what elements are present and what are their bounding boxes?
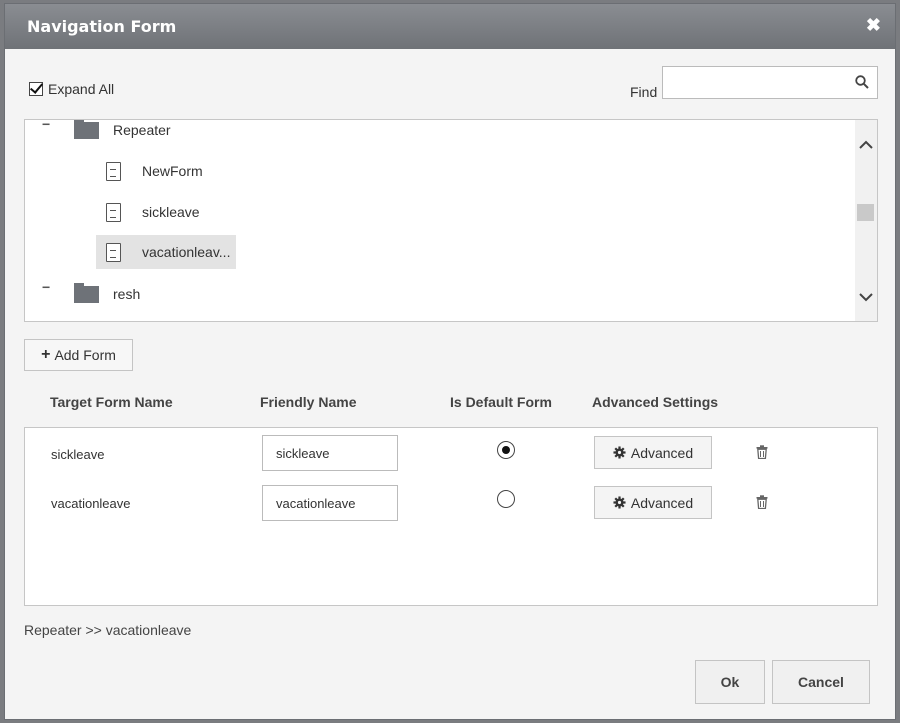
scroll-up-icon[interactable] xyxy=(859,138,873,152)
advanced-button[interactable]: Advanced xyxy=(594,486,712,519)
forms-table: sickleave Advanced vacati xyxy=(24,427,878,606)
close-icon[interactable]: ✖ xyxy=(866,15,881,35)
find-input[interactable] xyxy=(663,67,843,98)
search-icon[interactable] xyxy=(855,75,869,89)
form-document-icon xyxy=(106,161,121,181)
expand-all-label: Expand All xyxy=(48,81,115,97)
tree-item-label: NewForm xyxy=(142,163,203,179)
folder-icon xyxy=(74,282,99,303)
gear-icon xyxy=(613,496,626,509)
find-label: Find xyxy=(630,84,658,100)
cancel-button[interactable]: Cancel xyxy=(772,660,870,704)
gear-icon xyxy=(613,446,626,459)
advanced-button[interactable]: Advanced xyxy=(594,436,712,469)
dialog-title: Navigation Form xyxy=(27,17,177,36)
navigation-form-dialog: Navigation Form ✖ Expand All Find − Repe… xyxy=(4,3,896,720)
friendly-name-input[interactable] xyxy=(262,435,398,471)
column-header-advanced-settings: Advanced Settings xyxy=(592,394,719,410)
tree-scrollbar[interactable] xyxy=(855,120,877,321)
trash-icon[interactable] xyxy=(756,495,768,509)
add-form-label: Add Form xyxy=(54,347,116,363)
checkbox-checked-icon[interactable] xyxy=(29,82,43,96)
tree-item-label: sickleave xyxy=(142,204,200,220)
folder-icon xyxy=(74,120,99,139)
breadcrumb: Repeater >> vacationleave xyxy=(24,622,192,638)
form-document-icon xyxy=(106,242,121,262)
collapse-toggle-icon[interactable]: − xyxy=(42,279,50,295)
tree-item-label: resh xyxy=(113,286,141,302)
expand-all-checkbox[interactable]: Expand All xyxy=(29,81,114,97)
dialog-titlebar: Navigation Form ✖ xyxy=(5,4,895,49)
target-form-name: vacationleave xyxy=(51,496,131,511)
default-form-radio[interactable] xyxy=(497,441,515,459)
default-form-radio[interactable] xyxy=(497,490,515,508)
tree-item-sickleave[interactable]: sickleave xyxy=(106,195,200,229)
tree-item-newform[interactable]: NewForm xyxy=(106,154,203,188)
form-document-icon xyxy=(106,202,121,222)
column-header-friendly-name: Friendly Name xyxy=(260,394,357,410)
find-field xyxy=(662,66,878,99)
friendly-name-input[interactable] xyxy=(262,485,398,521)
scroll-thumb[interactable] xyxy=(857,204,874,221)
target-form-name: sickleave xyxy=(51,447,105,462)
trash-icon[interactable] xyxy=(756,445,768,459)
advanced-label: Advanced xyxy=(630,444,694,461)
advanced-label: Advanced xyxy=(630,494,694,511)
tree-item-resh[interactable]: resh xyxy=(74,277,140,311)
collapse-toggle-icon[interactable]: − xyxy=(42,120,50,132)
tree-item-vacationleave[interactable]: vacationleav... xyxy=(96,235,237,269)
plus-icon: + xyxy=(41,346,51,363)
ok-button[interactable]: Ok xyxy=(695,660,765,704)
column-header-target-form-name: Target Form Name xyxy=(50,394,173,410)
scroll-down-icon[interactable] xyxy=(859,290,873,304)
add-form-button[interactable]: + Add Form xyxy=(24,339,133,371)
tree-item-repeater[interactable]: Repeater xyxy=(74,120,171,147)
tree-item-label: vacationleav... xyxy=(142,244,231,260)
column-header-is-default-form: Is Default Form xyxy=(450,394,552,410)
form-tree: − Repeater NewForm sickleave vacationlea… xyxy=(24,119,878,322)
tree-item-label: Repeater xyxy=(113,122,171,138)
